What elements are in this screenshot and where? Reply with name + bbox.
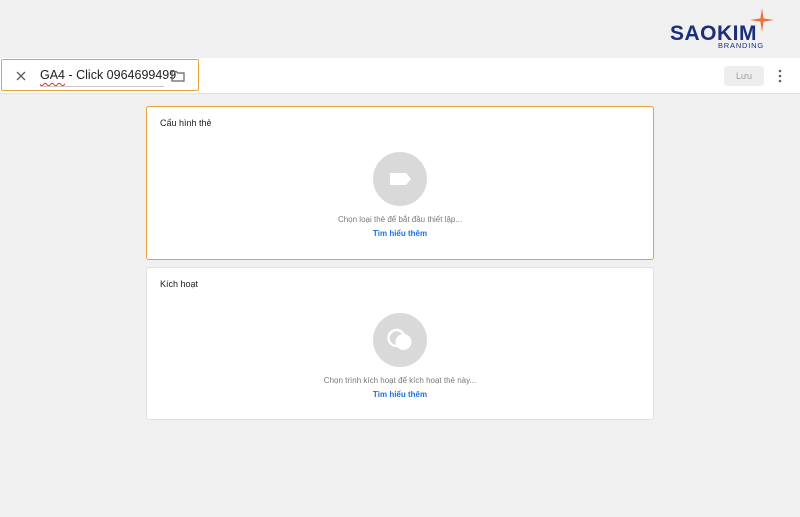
tag-name-field[interactable]: GA4 - Click 0964699499	[1, 59, 199, 91]
trigger-icon[interactable]	[373, 313, 427, 367]
tag-icon[interactable]	[373, 152, 427, 206]
learn-more-link-config[interactable]: Tìm hiểu thêm	[147, 229, 653, 238]
tag-name-rest: - Click 0964699499	[65, 68, 177, 82]
tag-name-prefix: GA4	[40, 68, 66, 82]
saokim-logo: SAOKIM BRANDING	[670, 8, 790, 52]
editor-header: GA4 - Click 0964699499 Lưu	[0, 58, 800, 94]
triggering-card[interactable]: Kích hoạt Chọn trình kích hoạt để kích h…	[146, 267, 654, 420]
tag-name-text[interactable]: GA4 - Click 0964699499	[40, 68, 176, 82]
more-vert-icon[interactable]	[776, 68, 784, 84]
save-button[interactable]: Lưu	[724, 66, 764, 86]
logo-subtitle: BRANDING	[718, 41, 764, 50]
card-desc-trigger: Chọn trình kích hoạt để kích hoạt thẻ nà…	[323, 376, 477, 385]
card-desc-config: Chọn loại thẻ để bắt đầu thiết lập...	[337, 215, 463, 224]
learn-more-link-trigger[interactable]: Tìm hiểu thêm	[147, 390, 653, 399]
card-title-config: Cấu hình thẻ	[160, 118, 212, 128]
title-underline	[40, 86, 164, 87]
tag-configuration-card[interactable]: Cấu hình thẻ Chọn loại thẻ để bắt đầu th…	[146, 106, 654, 260]
card-title-trigger: Kích hoạt	[160, 279, 199, 289]
star-icon	[750, 8, 774, 32]
close-icon[interactable]	[14, 69, 28, 83]
folder-icon[interactable]	[171, 70, 185, 82]
